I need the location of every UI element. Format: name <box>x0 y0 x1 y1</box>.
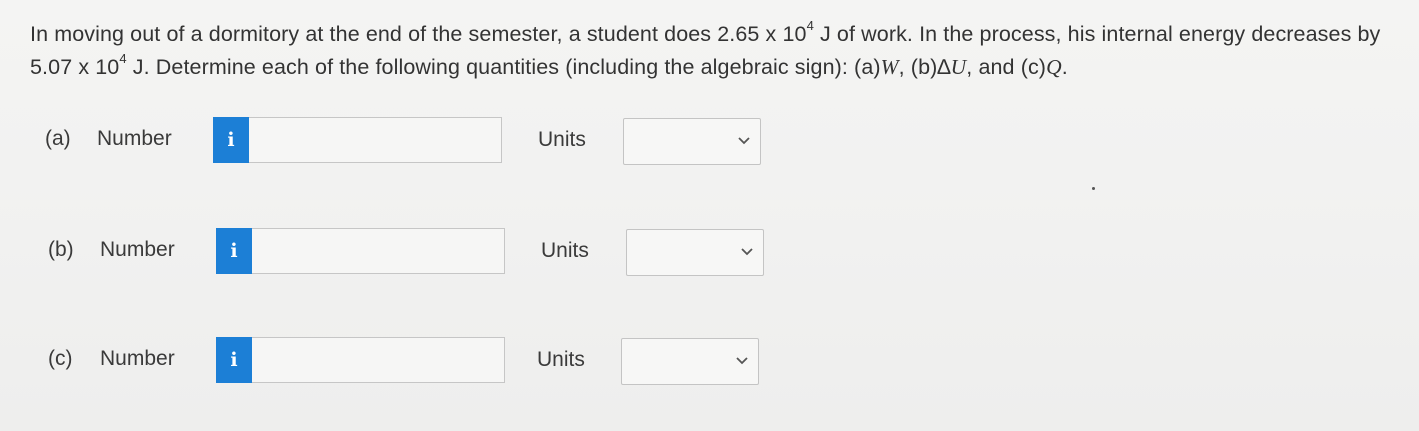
units-dropdown[interactable] <box>626 229 764 276</box>
number-input[interactable] <box>252 228 505 274</box>
units-dropdown[interactable] <box>621 338 759 385</box>
number-input[interactable] <box>249 117 502 163</box>
units-dropdown[interactable] <box>623 118 761 165</box>
info-icon[interactable]: i <box>216 228 252 274</box>
number-label: Number <box>100 347 175 370</box>
number-label: Number <box>97 127 172 150</box>
chevron-down-icon <box>738 137 750 145</box>
part-label: (c) <box>48 347 73 370</box>
info-icon[interactable]: i <box>213 117 249 163</box>
units-label: Units <box>537 348 585 371</box>
question-text: In moving out of a dormitory at the end … <box>30 17 1381 79</box>
units-label: Units <box>538 128 586 151</box>
chevron-down-icon <box>741 248 753 256</box>
chevron-down-icon <box>736 357 748 365</box>
number-input[interactable] <box>252 337 505 383</box>
number-label: Number <box>100 238 175 261</box>
part-label: (a) <box>45 127 71 150</box>
part-label: (b) <box>48 238 74 261</box>
info-icon[interactable]: i <box>216 337 252 383</box>
stray-dot <box>1092 187 1095 190</box>
units-label: Units <box>541 239 589 262</box>
